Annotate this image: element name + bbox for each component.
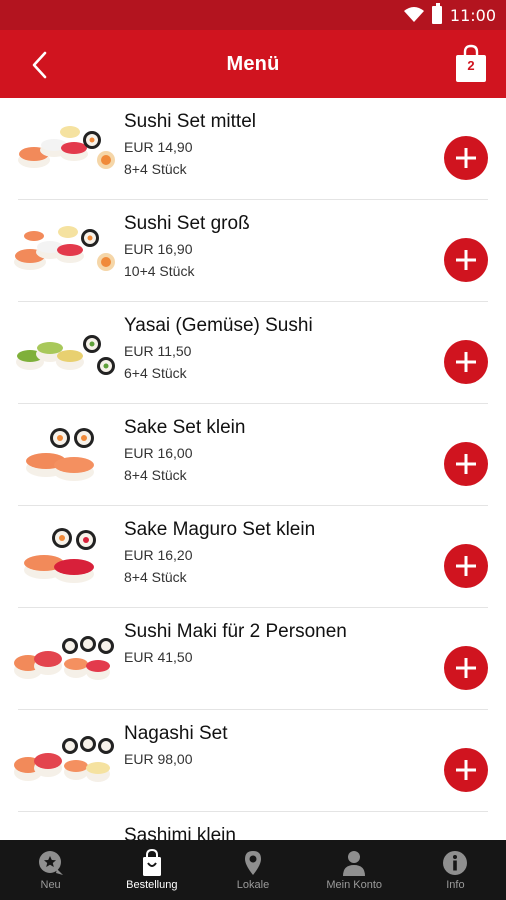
menu-item[interactable]: Sushi Set mittel EUR 14,90 8+4 Stück (18, 98, 488, 200)
bottom-navigation: Neu Bestellung Lokale Mein Konto Info (0, 840, 506, 900)
item-name: Sushi Set mittel (124, 111, 256, 132)
item-price: EUR 16,90 (124, 241, 193, 257)
menu-item[interactable]: Sushi Set groß EUR 16,90 10+4 Stück (14, 200, 488, 302)
cart-count-badge: 2 (467, 58, 475, 73)
nav-label: Lokale (236, 879, 270, 891)
item-price: EUR 98,00 (124, 751, 193, 767)
nav-info[interactable]: Info (405, 840, 506, 900)
add-to-cart-button[interactable] (444, 442, 488, 486)
menu-item[interactable]: Sushi Maki für 2 Personen EUR 41,50 (14, 608, 488, 710)
item-name: Sushi Set groß (124, 213, 250, 234)
add-to-cart-button[interactable] (444, 646, 488, 690)
chevron-left-icon (32, 51, 47, 79)
wifi-icon (403, 7, 424, 22)
menu-item[interactable]: Sake Set klein EUR 16,00 8+4 Stück (18, 404, 488, 506)
location-pin-icon (245, 851, 261, 875)
item-name: Nagashi Set (124, 723, 228, 744)
nav-mein-konto[interactable]: Mein Konto (304, 840, 405, 900)
bag-icon (142, 849, 161, 876)
item-pieces: 8+4 Stück (124, 467, 187, 483)
item-price: EUR 16,20 (124, 547, 193, 563)
sushi-image (14, 226, 115, 271)
add-to-cart-button[interactable] (444, 748, 488, 792)
add-to-cart-button[interactable] (444, 544, 488, 588)
veggie-sushi-image (16, 335, 115, 375)
clock: 11:00 (449, 5, 496, 25)
person-icon (343, 851, 366, 876)
item-name: Sake Set klein (124, 417, 246, 438)
nav-bestellung[interactable]: Bestellung (101, 840, 202, 900)
status-bar: 11:00 (0, 0, 506, 30)
menu-item[interactable]: Sake Maguro Set klein EUR 16,20 8+4 Stüc… (18, 506, 488, 608)
app-bar: Menü 2 (0, 30, 506, 98)
nav-label: Neu (40, 879, 61, 891)
nav-label: Mein Konto (326, 879, 383, 891)
nav-lokale[interactable]: Lokale (202, 840, 303, 900)
salmon-tuna-sushi-image (24, 528, 96, 583)
back-button[interactable] (22, 48, 56, 82)
sushi-image (18, 126, 115, 169)
add-to-cart-button[interactable] (444, 340, 488, 384)
item-name: Sashimi klein (124, 825, 236, 840)
item-name: Yasai (Gemüse) Sushi (124, 315, 313, 336)
battery-icon (431, 3, 442, 24)
nav-label: Info (446, 879, 465, 891)
item-price: EUR 14,90 (124, 139, 193, 155)
add-to-cart-button[interactable] (444, 238, 488, 282)
item-name: Sake Maguro Set klein (124, 519, 316, 540)
nagashi-set-image (14, 736, 114, 782)
nav-label: Bestellung (126, 879, 178, 891)
salmon-sushi-image (26, 428, 94, 481)
item-price: EUR 11,50 (124, 343, 192, 359)
page-title: Menü (226, 52, 280, 75)
item-name: Sushi Maki für 2 Personen (124, 621, 347, 642)
menu-item[interactable]: Nagashi Set EUR 98,00 (14, 710, 488, 812)
item-pieces: 8+4 Stück (124, 569, 187, 585)
item-pieces: 10+4 Stück (124, 263, 195, 279)
sushi-maki-image (14, 636, 114, 680)
item-price: EUR 16,00 (124, 445, 193, 461)
info-icon (443, 851, 468, 875)
add-to-cart-button[interactable] (444, 136, 488, 180)
cart-button[interactable]: 2 (454, 44, 488, 84)
item-price: EUR 41,50 (124, 649, 193, 665)
item-pieces: 8+4 Stück (124, 161, 187, 177)
menu-item[interactable]: Yasai (Gemüse) Sushi EUR 11,50 6+4 Stück (16, 302, 488, 404)
menu-item[interactable]: Sashimi klein (18, 812, 488, 840)
menu-list: Sushi Set mittel EUR 14,90 8+4 Stück Sus… (0, 98, 506, 840)
nav-neu[interactable]: Neu (0, 840, 101, 900)
star-chat-icon (38, 851, 63, 875)
item-pieces: 6+4 Stück (124, 365, 187, 381)
